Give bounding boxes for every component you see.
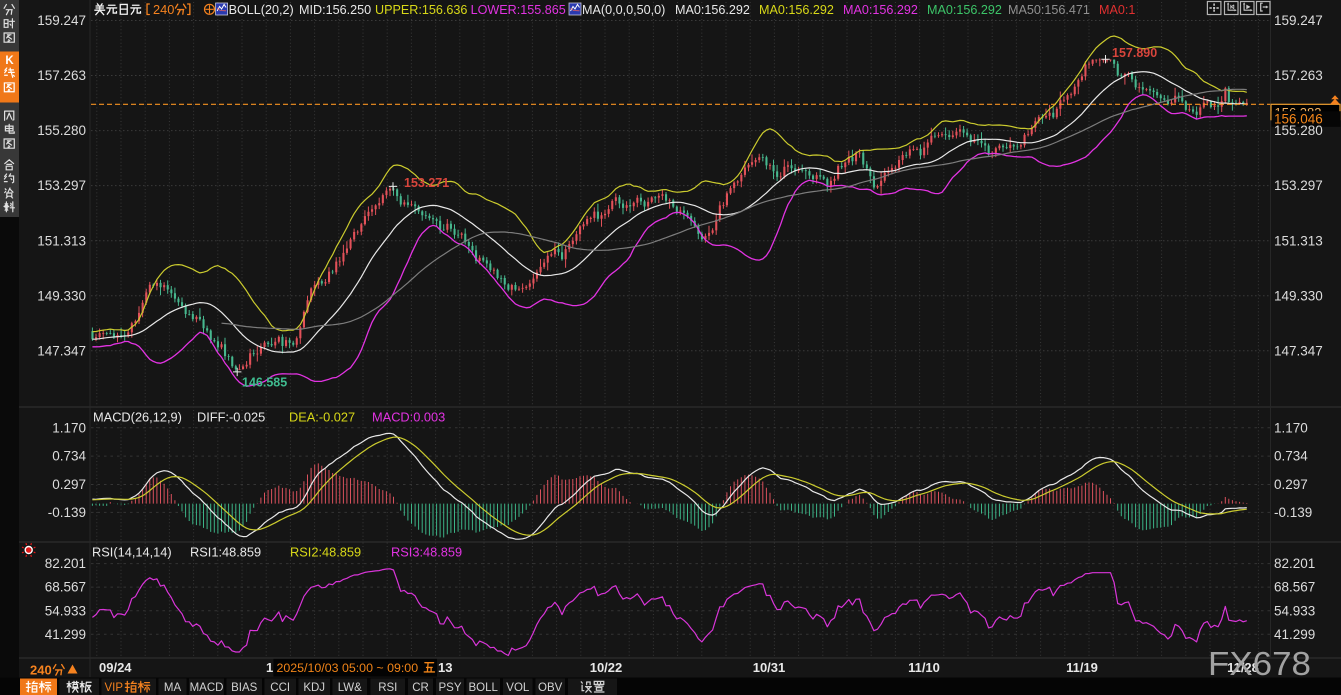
svg-text:155.280: 155.280 bbox=[37, 123, 86, 138]
svg-text:159.247: 159.247 bbox=[1274, 13, 1323, 28]
svg-text:DEA:-0.027: DEA:-0.027 bbox=[289, 410, 355, 425]
svg-text:MACD(26,12,9): MACD(26,12,9) bbox=[93, 410, 182, 425]
svg-text:151.313: 151.313 bbox=[37, 233, 86, 248]
svg-text:MA0:156.292: MA0:156.292 bbox=[759, 3, 834, 17]
svg-text:157.263: 157.263 bbox=[37, 68, 86, 83]
svg-text:157.263: 157.263 bbox=[1274, 68, 1323, 83]
svg-text:BOLL: BOLL bbox=[468, 682, 498, 694]
svg-text:09/24: 09/24 bbox=[99, 660, 132, 675]
svg-text:DIFF:-0.025: DIFF:-0.025 bbox=[197, 410, 265, 425]
svg-text:VOL: VOL bbox=[506, 682, 530, 694]
svg-text:RSI2:48.859: RSI2:48.859 bbox=[290, 545, 361, 560]
svg-text:-0.139: -0.139 bbox=[1274, 505, 1312, 520]
svg-text:MACD: MACD bbox=[190, 682, 224, 694]
svg-text:41.299: 41.299 bbox=[1274, 627, 1315, 642]
svg-text:54.933: 54.933 bbox=[1274, 603, 1315, 618]
svg-text:1.170: 1.170 bbox=[52, 420, 86, 435]
svg-text:0.297: 0.297 bbox=[52, 477, 86, 492]
svg-text:MA(0,0,0,50,0): MA(0,0,0,50,0) bbox=[582, 3, 665, 17]
svg-text:RSI: RSI bbox=[378, 682, 397, 694]
svg-text:0.297: 0.297 bbox=[1274, 477, 1308, 492]
svg-text:BOLL(20,2): BOLL(20,2) bbox=[229, 3, 294, 17]
svg-text:68.567: 68.567 bbox=[1274, 580, 1315, 595]
svg-text:LW&: LW& bbox=[338, 682, 362, 694]
svg-text:153.297: 153.297 bbox=[37, 178, 86, 193]
svg-text:CCI: CCI bbox=[270, 682, 290, 694]
svg-text:147.347: 147.347 bbox=[1274, 343, 1323, 358]
svg-text:155.280: 155.280 bbox=[1274, 123, 1323, 138]
svg-text:147.347: 147.347 bbox=[37, 343, 86, 358]
svg-text:OBV: OBV bbox=[538, 682, 563, 694]
svg-text:FX678: FX678 bbox=[1208, 645, 1311, 682]
svg-text:153.297: 153.297 bbox=[1274, 178, 1323, 193]
svg-text:LOWER:155.865: LOWER:155.865 bbox=[471, 3, 566, 17]
svg-text:MA50:156.471: MA50:156.471 bbox=[1008, 3, 1090, 17]
svg-text:11/10: 11/10 bbox=[908, 660, 940, 675]
svg-text:149.330: 149.330 bbox=[37, 288, 86, 303]
svg-text:41.299: 41.299 bbox=[45, 627, 86, 642]
svg-text:KDJ: KDJ bbox=[303, 682, 325, 694]
svg-text:82.201: 82.201 bbox=[1274, 556, 1315, 571]
svg-text:VIP: VIP bbox=[105, 682, 124, 694]
svg-text:68.567: 68.567 bbox=[45, 580, 86, 595]
svg-text:BIAS: BIAS bbox=[231, 682, 258, 694]
svg-text:149.330: 149.330 bbox=[1274, 288, 1323, 303]
svg-text:10/22: 10/22 bbox=[590, 660, 623, 675]
svg-text:82.201: 82.201 bbox=[45, 556, 86, 571]
svg-text:RSI(14,14,14): RSI(14,14,14) bbox=[92, 545, 172, 560]
svg-text:153.271: 153.271 bbox=[404, 176, 449, 190]
svg-text:146.585: 146.585 bbox=[242, 376, 287, 390]
svg-text:RSI3:48.859: RSI3:48.859 bbox=[391, 545, 462, 560]
svg-text:1: 1 bbox=[266, 660, 273, 675]
svg-text:157.890: 157.890 bbox=[1112, 46, 1157, 60]
svg-text:0.734: 0.734 bbox=[1274, 449, 1308, 464]
svg-text:151.313: 151.313 bbox=[1274, 233, 1323, 248]
svg-text:MA0:156.292: MA0:156.292 bbox=[843, 3, 918, 17]
svg-text:2025/10/03 05:00 ~ 09:00: 2025/10/03 05:00 ~ 09:00 bbox=[277, 661, 419, 675]
svg-text:159.247: 159.247 bbox=[37, 13, 86, 28]
svg-text:MID:156.250: MID:156.250 bbox=[299, 3, 371, 17]
svg-text:0.734: 0.734 bbox=[52, 449, 86, 464]
svg-text:-0.139: -0.139 bbox=[48, 505, 86, 520]
svg-text:MACD:0.003: MACD:0.003 bbox=[372, 410, 445, 425]
svg-text:CR: CR bbox=[412, 682, 429, 694]
svg-text:240: 240 bbox=[153, 2, 174, 17]
svg-text:MA0:156.292: MA0:156.292 bbox=[675, 3, 750, 17]
svg-text:10/31: 10/31 bbox=[753, 660, 786, 675]
svg-text:MA0:156.292: MA0:156.292 bbox=[927, 3, 1002, 17]
svg-text:13: 13 bbox=[438, 660, 452, 675]
svg-text:MA0:1: MA0:1 bbox=[1099, 3, 1135, 17]
svg-text:UPPER:156.636: UPPER:156.636 bbox=[375, 3, 467, 17]
svg-text:54.933: 54.933 bbox=[45, 603, 86, 618]
svg-text:RSI1:48.859: RSI1:48.859 bbox=[190, 545, 261, 560]
svg-text:PSY: PSY bbox=[438, 682, 461, 694]
svg-text:240: 240 bbox=[30, 663, 52, 678]
svg-text:1.170: 1.170 bbox=[1274, 420, 1308, 435]
svg-text:K: K bbox=[5, 55, 14, 67]
svg-text:11/19: 11/19 bbox=[1066, 660, 1098, 675]
svg-text:MA: MA bbox=[164, 682, 182, 694]
